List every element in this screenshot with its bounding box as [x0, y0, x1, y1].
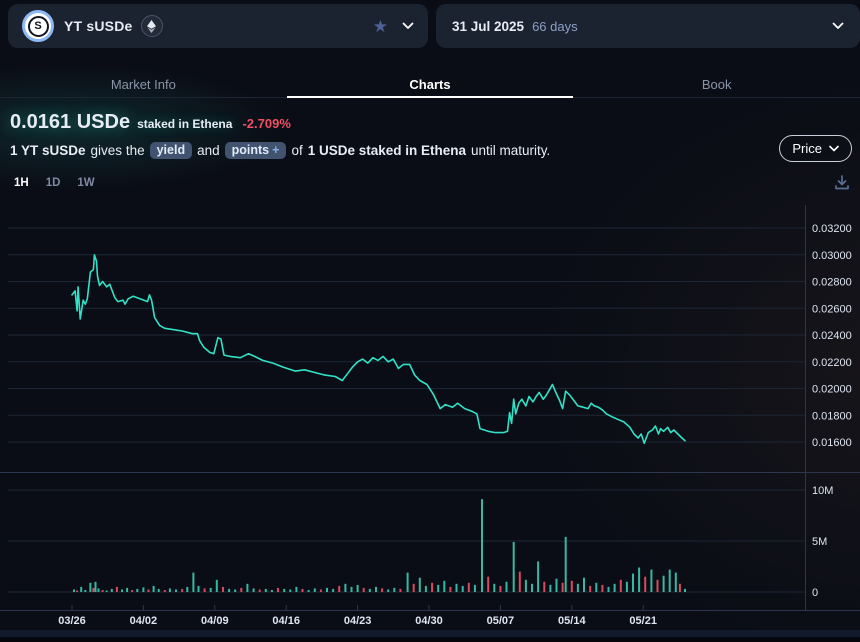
next-section-edge [0, 630, 860, 637]
maturity-selector[interactable]: 31 Jul 2025 66 days [436, 4, 860, 48]
svg-text:0.01800: 0.01800 [812, 410, 852, 422]
interval-1w-button[interactable]: 1W [77, 177, 94, 189]
svg-text:0.02600: 0.02600 [812, 303, 852, 315]
svg-text:04/30: 04/30 [415, 615, 443, 627]
points-badge: points+ [225, 142, 287, 159]
svg-text:0.03000: 0.03000 [812, 250, 852, 262]
svg-text:0.01600: 0.01600 [812, 437, 852, 449]
svg-text:03/26: 03/26 [58, 615, 86, 627]
interval-1d-button[interactable]: 1D [46, 177, 61, 189]
token-selector[interactable]: S YT sUSDe ★ [8, 4, 428, 48]
susde-token-icon: S [22, 10, 54, 42]
svg-text:10M: 10M [812, 485, 833, 497]
svg-text:0.02000: 0.02000 [812, 384, 852, 396]
current-price: 0.0161 USDe [10, 111, 130, 134]
svg-text:0.02400: 0.02400 [812, 330, 852, 342]
svg-text:04/02: 04/02 [130, 615, 158, 627]
desc-token: 1 YT sUSDe [10, 143, 86, 158]
svg-text:0.02200: 0.02200 [812, 357, 852, 369]
chevron-down-icon [402, 22, 414, 30]
metric-dropdown-button[interactable]: Price [779, 135, 852, 162]
app-root: 0.03200 0.03000 0.02800 0.02600 0.02400 0.022… [0, 0, 860, 637]
desc-underlying: 1 USDe staked in Ethena [308, 143, 466, 158]
svg-text:0.03200: 0.03200 [812, 223, 852, 235]
svg-text:0.02800: 0.02800 [812, 277, 852, 289]
price-header: 0.0161 USDe staked in Ethena -2.709% [10, 111, 291, 134]
download-chart-button[interactable] [833, 174, 851, 192]
tab-book[interactable]: Book [573, 70, 860, 97]
days-to-maturity: 66 days [532, 19, 578, 34]
market-description: 1 YT sUSDe gives the yield and points+ o… [10, 142, 550, 159]
svg-text:05/21: 05/21 [629, 615, 657, 627]
svg-text:04/23: 04/23 [344, 615, 372, 627]
yield-badge: yield [150, 142, 193, 159]
download-icon [833, 174, 851, 192]
svg-text:0: 0 [812, 587, 818, 599]
tab-market-info[interactable]: Market Info [0, 70, 287, 97]
token-name: YT sUSDe [64, 18, 133, 34]
svg-text:04/09: 04/09 [201, 615, 229, 627]
svg-text:05/07: 05/07 [487, 615, 515, 627]
favorite-star-icon[interactable]: ★ [373, 18, 388, 35]
chevron-down-icon [829, 145, 839, 152]
interval-1h-button[interactable]: 1H [14, 177, 29, 189]
section-tabs: Market Info Charts Book [0, 70, 860, 98]
maturity-date: 31 Jul 2025 [452, 19, 524, 34]
price-change-percent: -2.709% [242, 116, 290, 131]
svg-text:04/16: 04/16 [272, 615, 300, 627]
ethereum-network-icon [141, 15, 163, 37]
price-unit: staked in Ethena [137, 117, 232, 131]
points-plus-icon: + [272, 143, 279, 157]
svg-text:5M: 5M [812, 536, 827, 548]
tab-charts[interactable]: Charts [287, 70, 574, 97]
chevron-down-icon [832, 22, 844, 30]
interval-switcher: 1H 1D 1W [14, 177, 95, 189]
svg-text:05/14: 05/14 [558, 615, 586, 627]
